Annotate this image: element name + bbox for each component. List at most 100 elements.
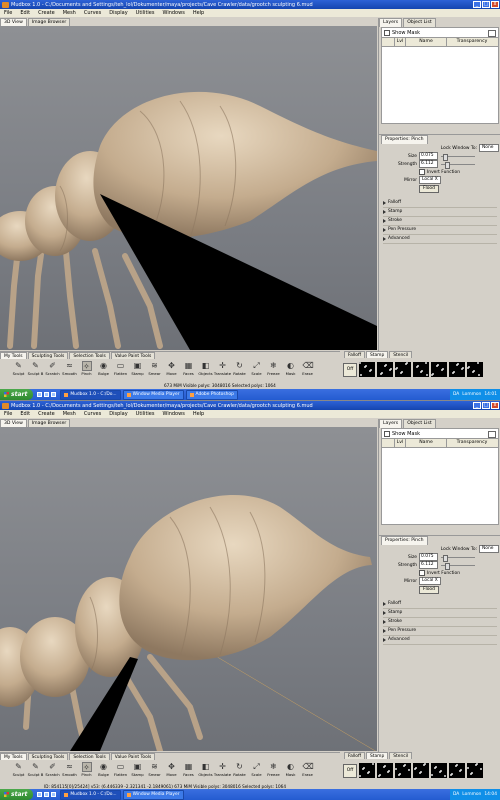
stamp-thumbnail[interactable] bbox=[413, 362, 429, 377]
media-icon[interactable] bbox=[51, 792, 57, 797]
lock-window-select[interactable]: None bbox=[479, 545, 499, 553]
menu-file[interactable]: File bbox=[0, 10, 16, 16]
tray-user[interactable]: Lommon bbox=[462, 792, 481, 797]
stamp-thumbnail[interactable] bbox=[395, 362, 411, 377]
tool-sculpt-button[interactable]: ✎ Sculpt bbox=[10, 361, 27, 376]
tool-faces-button[interactable]: ▦ Faces bbox=[180, 762, 197, 777]
maximize-button[interactable]: □ bbox=[482, 1, 490, 8]
tab-stencil[interactable]: Stencil bbox=[389, 351, 413, 358]
menu-file[interactable]: File bbox=[0, 411, 16, 417]
tool-smooth-button[interactable]: ≈ Smooth bbox=[61, 361, 78, 376]
tool-bulge-button[interactable]: ◉ Bulge bbox=[95, 361, 112, 376]
stamp-thumbnail[interactable] bbox=[377, 362, 393, 377]
stamp-thumbnail[interactable] bbox=[467, 763, 483, 778]
strength-field[interactable]: 6.112 bbox=[419, 561, 438, 569]
tab-value-paint-tools[interactable]: Value Paint Tools bbox=[110, 753, 156, 760]
tab-falloff[interactable]: Falloff bbox=[344, 351, 365, 358]
menu-edit[interactable]: Edit bbox=[16, 10, 34, 16]
tool-rotate-button[interactable]: ↻ Rotate bbox=[231, 762, 248, 777]
stamp-thumbnail[interactable] bbox=[359, 362, 375, 377]
tool-scale-button[interactable]: ⤢ Scale bbox=[248, 762, 265, 777]
desktop-icon[interactable] bbox=[44, 392, 50, 397]
tool-translate-button[interactable]: ✛ Translate bbox=[214, 762, 231, 777]
size-field[interactable]: 0.075 bbox=[419, 152, 438, 160]
ie-icon[interactable] bbox=[37, 792, 43, 797]
tool-flatten-button[interactable]: ▭ Flatten bbox=[112, 762, 129, 777]
tool-mask-button[interactable]: ◐ Mask bbox=[282, 762, 299, 777]
invert-function-checkbox[interactable] bbox=[419, 570, 425, 576]
menu-curves[interactable]: Curves bbox=[80, 411, 105, 417]
start-button[interactable]: start bbox=[0, 389, 34, 400]
show-mask-checkbox[interactable] bbox=[384, 29, 390, 36]
menu-display[interactable]: Display bbox=[105, 411, 131, 417]
tool-smear-button[interactable]: ≋ Smear bbox=[146, 762, 163, 777]
tool-sculpt-b-button[interactable]: ✎ Sculpt B bbox=[27, 762, 44, 777]
tool-freeze-button[interactable]: ❄ Freeze bbox=[265, 361, 282, 376]
stamp-thumbnail[interactable] bbox=[377, 763, 393, 778]
taskbar-media-player[interactable]: Window Media Player bbox=[122, 389, 184, 400]
menu-mesh[interactable]: Mesh bbox=[59, 10, 80, 16]
strength-slider[interactable] bbox=[441, 161, 475, 169]
new-layer-icon[interactable] bbox=[488, 30, 496, 37]
tool-smooth-button[interactable]: ≈ Smooth bbox=[61, 762, 78, 777]
tab-my-tools[interactable]: My Tools bbox=[0, 352, 27, 359]
size-slider[interactable] bbox=[441, 153, 475, 161]
stamp-thumbnail[interactable] bbox=[431, 362, 447, 377]
section-stamp[interactable]: Stamp bbox=[383, 208, 497, 217]
lock-window-select[interactable]: None bbox=[479, 144, 499, 152]
tab-image-browser[interactable]: Image Browser bbox=[27, 18, 71, 26]
menu-windows[interactable]: Windows bbox=[158, 10, 188, 16]
stamp-thumbnail[interactable] bbox=[359, 763, 375, 778]
taskbar-mudbox[interactable]: Mudbox 1.0 - C:/Do... bbox=[60, 389, 121, 400]
flood-button[interactable]: Flood bbox=[419, 586, 439, 594]
section-pen-pressure[interactable]: Pen Pressure bbox=[383, 226, 497, 235]
mirror-select[interactable]: Local X bbox=[419, 577, 441, 585]
size-slider[interactable] bbox=[441, 554, 475, 562]
section-pen-pressure[interactable]: Pen Pressure bbox=[383, 627, 497, 636]
strength-slider[interactable] bbox=[441, 562, 475, 570]
invert-function-checkbox[interactable] bbox=[419, 169, 425, 175]
maximize-button[interactable]: □ bbox=[482, 402, 490, 409]
tool-erase-button[interactable]: ⌫ Erase bbox=[299, 762, 316, 777]
3d-viewport[interactable] bbox=[0, 427, 377, 751]
tray-lang[interactable]: DA bbox=[453, 792, 459, 797]
section-stroke[interactable]: Stroke bbox=[383, 618, 497, 627]
tool-objects-button[interactable]: ◧ Objects bbox=[197, 762, 214, 777]
menu-edit[interactable]: Edit bbox=[16, 411, 34, 417]
tool-move-button[interactable]: ✥ Move bbox=[163, 361, 180, 376]
desktop-icon[interactable] bbox=[44, 792, 50, 797]
tool-flatten-button[interactable]: ▭ Flatten bbox=[112, 361, 129, 376]
tab-sculpting-tools[interactable]: Sculpting Tools bbox=[27, 753, 69, 760]
tab-properties[interactable]: Properties: Pinch bbox=[381, 536, 428, 545]
tool-pinch-button[interactable]: ✧ Pinch bbox=[78, 762, 95, 777]
tab-image-browser[interactable]: Image Browser bbox=[27, 419, 71, 427]
tool-faces-button[interactable]: ▦ Faces bbox=[180, 361, 197, 376]
tool-sculpt-button[interactable]: ✎ Sculpt bbox=[10, 762, 27, 777]
tool-translate-button[interactable]: ✛ Translate bbox=[214, 361, 231, 376]
stamp-thumbnail[interactable] bbox=[431, 763, 447, 778]
tab-selection-tools[interactable]: Selection Tools bbox=[69, 753, 110, 760]
new-layer-icon[interactable] bbox=[488, 431, 496, 438]
menu-windows[interactable]: Windows bbox=[158, 411, 188, 417]
tab-layers[interactable]: Layers bbox=[379, 18, 403, 27]
tab-my-tools[interactable]: My Tools bbox=[0, 753, 27, 760]
minimize-button[interactable]: _ bbox=[473, 402, 481, 409]
tool-stamp-button[interactable]: ▣ Stamp bbox=[129, 361, 146, 376]
tool-scale-button[interactable]: ⤢ Scale bbox=[248, 361, 265, 376]
stamp-thumbnail[interactable] bbox=[467, 362, 483, 377]
section-falloff[interactable]: Falloff bbox=[383, 600, 497, 609]
tool-bulge-button[interactable]: ◉ Bulge bbox=[95, 762, 112, 777]
minimize-button[interactable]: _ bbox=[473, 1, 481, 8]
tab-stamp[interactable]: Stamp bbox=[365, 752, 389, 759]
tool-scratch-button[interactable]: ✐ Scratch bbox=[44, 762, 61, 777]
menu-mesh[interactable]: Mesh bbox=[59, 411, 80, 417]
tab-3d-view[interactable]: 3D View bbox=[0, 18, 27, 26]
stamp-off-button[interactable]: Off bbox=[343, 763, 357, 778]
show-mask-checkbox[interactable] bbox=[384, 430, 390, 437]
tool-move-button[interactable]: ✥ Move bbox=[163, 762, 180, 777]
3d-viewport[interactable] bbox=[0, 26, 377, 350]
tool-smear-button[interactable]: ≋ Smear bbox=[146, 361, 163, 376]
menu-display[interactable]: Display bbox=[105, 10, 131, 16]
strength-field[interactable]: 6.112 bbox=[419, 160, 438, 168]
start-button[interactable]: start bbox=[0, 789, 34, 800]
